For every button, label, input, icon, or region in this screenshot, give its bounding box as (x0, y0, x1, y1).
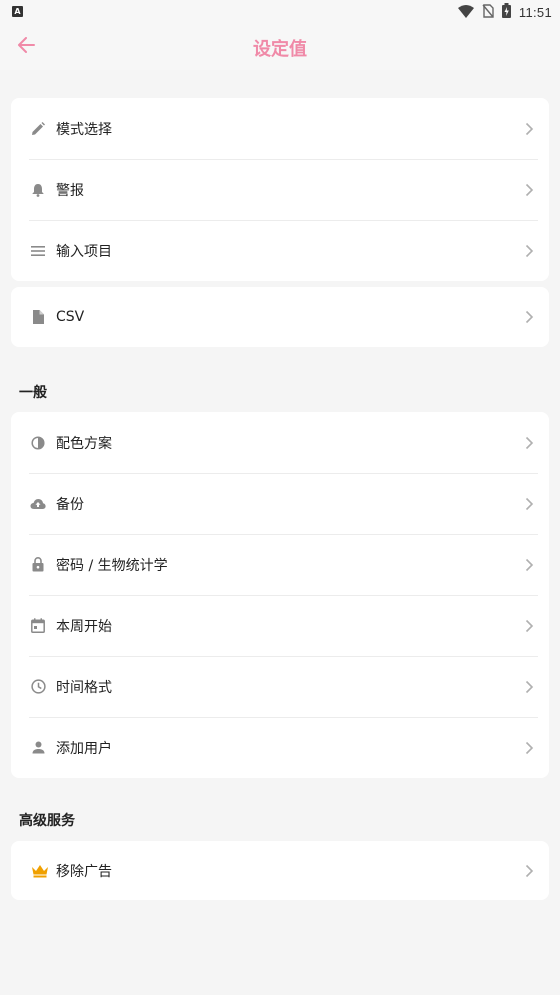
chevron-right-icon (525, 435, 535, 451)
status-bar: A 11:51 (0, 0, 560, 24)
status-time: 11:51 (518, 4, 552, 20)
lock-icon (30, 557, 46, 573)
bell-icon (30, 182, 46, 198)
app-bar: 设定值 (0, 24, 560, 70)
backup-label: 备份 (56, 496, 84, 513)
chevron-right-icon (525, 557, 535, 573)
cloud-upload-icon (30, 496, 46, 512)
remove-ads-item[interactable]: 移除广告 (11, 841, 549, 900)
chevron-right-icon (525, 863, 535, 879)
alarm-item[interactable]: 警报 (11, 159, 549, 220)
wifi-icon (457, 3, 474, 22)
chevron-right-icon (525, 309, 535, 325)
clock-icon (30, 679, 46, 695)
page-title: 设定值 (253, 39, 307, 60)
chevron-right-icon (525, 618, 535, 634)
alarm-label: 警报 (56, 182, 84, 199)
settings-card-premium: 移除广告 (11, 841, 549, 900)
color-scheme-item[interactable]: 配色方案 (11, 412, 549, 473)
backup-item[interactable]: 备份 (11, 473, 549, 534)
time-format-label: 时间格式 (56, 679, 112, 696)
chevron-right-icon (525, 496, 535, 512)
premium-section-title: 高级服务 (19, 813, 75, 829)
week-start-item[interactable]: 本周开始 (11, 595, 549, 656)
input-items-item[interactable]: 输入项目 (11, 220, 549, 281)
settings-card-main: 模式选择 警报 输入项目 (11, 98, 549, 281)
settings-card-csv: CSV (11, 287, 549, 347)
calendar-icon (30, 618, 46, 634)
password-biometrics-label: 密码 / 生物统计学 (56, 557, 168, 574)
week-start-label: 本周开始 (56, 618, 112, 635)
add-user-item[interactable]: 添加用户 (11, 717, 549, 778)
chevron-right-icon (525, 182, 535, 198)
person-icon (30, 740, 46, 756)
color-scheme-label: 配色方案 (56, 435, 112, 452)
contrast-icon (30, 435, 46, 451)
battery-icon (501, 2, 511, 22)
mode-selection-item[interactable]: 模式选择 (11, 98, 549, 159)
chevron-right-icon (525, 679, 535, 695)
crown-icon (31, 863, 49, 879)
pencil-icon (30, 121, 46, 137)
mode-selection-label: 模式选择 (56, 121, 112, 138)
file-icon (30, 309, 46, 325)
no-sim-icon (482, 3, 494, 22)
chevron-right-icon (525, 121, 535, 137)
general-section-title: 一般 (19, 385, 47, 401)
input-items-label: 输入项目 (56, 243, 112, 260)
list-icon (30, 243, 46, 259)
chevron-right-icon (525, 740, 535, 756)
add-user-label: 添加用户 (56, 740, 112, 757)
chevron-right-icon (525, 243, 535, 259)
app-notification-icon: A (12, 6, 23, 17)
password-biometrics-item[interactable]: 密码 / 生物统计学 (11, 534, 549, 595)
csv-label: CSV (56, 309, 85, 325)
remove-ads-label: 移除广告 (56, 863, 112, 880)
time-format-item[interactable]: 时间格式 (11, 656, 549, 717)
settings-card-general: 配色方案 备份 密码 / 生物统计学 本周开始 时间格式 添加用户 (11, 412, 549, 778)
csv-item[interactable]: CSV (11, 287, 549, 347)
